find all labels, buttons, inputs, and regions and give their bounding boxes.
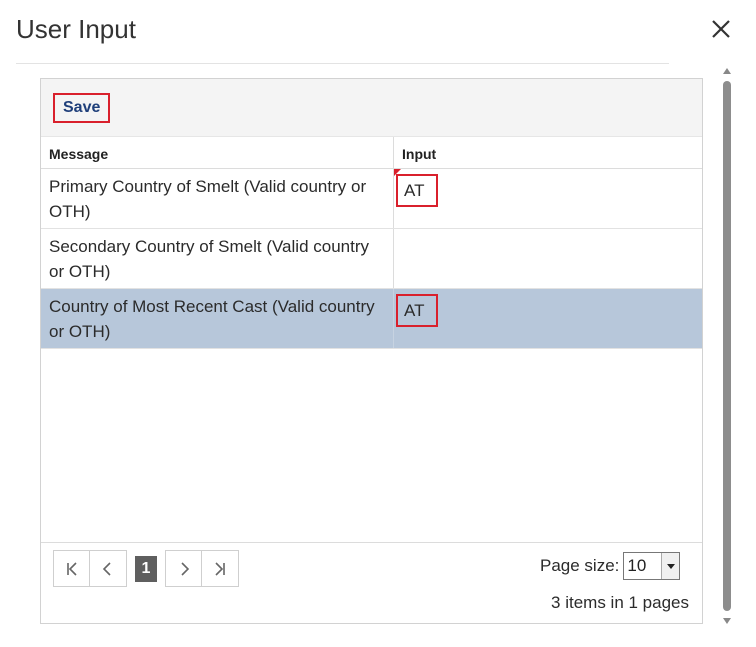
- next-page-button[interactable]: [165, 550, 202, 587]
- user-input-grid: Save Message Input Primary Country of Sm…: [40, 78, 703, 624]
- first-page-icon: [66, 561, 77, 576]
- dialog-scrollbar[interactable]: [720, 66, 736, 626]
- input-value-box[interactable]: AT: [396, 294, 438, 327]
- table-row[interactable]: Secondary Country of Smelt (Valid countr…: [41, 229, 702, 289]
- grid-toolbar: Save: [41, 79, 702, 137]
- pager-buttons: 1: [53, 550, 239, 587]
- close-button[interactable]: [708, 16, 734, 42]
- scroll-up-arrow[interactable]: [723, 68, 731, 74]
- input-cell[interactable]: AT: [394, 289, 702, 348]
- page-number-current[interactable]: 1: [135, 555, 157, 582]
- grid-pager: 1 Page size: 10 3 items in 1 pages: [41, 542, 702, 623]
- input-cell[interactable]: [394, 229, 702, 288]
- grid-header: Message Input: [41, 137, 702, 169]
- column-header-input[interactable]: Input: [394, 137, 702, 168]
- dialog-title: User Input: [16, 14, 136, 44]
- items-summary: 3 items in 1 pages: [551, 593, 689, 612]
- message-cell: Primary Country of Smelt (Valid country …: [41, 169, 394, 228]
- last-page-button[interactable]: [202, 550, 239, 587]
- input-cell[interactable]: AT: [394, 169, 702, 228]
- save-button[interactable]: Save: [53, 93, 111, 123]
- column-header-message[interactable]: Message: [41, 137, 394, 168]
- last-page-icon: [215, 561, 225, 576]
- message-cell: Country of Most Recent Cast (Valid count…: [41, 289, 394, 348]
- next-page-icon: [180, 561, 189, 576]
- page-size-select[interactable]: 10: [623, 552, 681, 580]
- close-icon: [712, 20, 730, 38]
- page-size-label: Page size:: [540, 556, 620, 575]
- page-size-value: 10: [627, 556, 647, 575]
- scroll-down-arrow[interactable]: [723, 618, 731, 624]
- first-page-button[interactable]: [53, 550, 90, 587]
- scroll-thumb[interactable]: [723, 81, 731, 611]
- table-row[interactable]: Primary Country of Smelt (Valid country …: [41, 169, 702, 229]
- message-cell: Secondary Country of Smelt (Valid countr…: [41, 229, 394, 288]
- input-value-box[interactable]: AT: [396, 174, 438, 207]
- dirty-cell-marker: [394, 169, 401, 176]
- title-divider: [16, 63, 669, 64]
- previous-page-icon: [102, 561, 111, 576]
- previous-page-button[interactable]: [90, 550, 127, 587]
- table-row[interactable]: Country of Most Recent Cast (Valid count…: [41, 289, 702, 349]
- page-size-control: Page size: 10: [540, 552, 681, 580]
- dropdown-arrow-icon[interactable]: [661, 553, 680, 579]
